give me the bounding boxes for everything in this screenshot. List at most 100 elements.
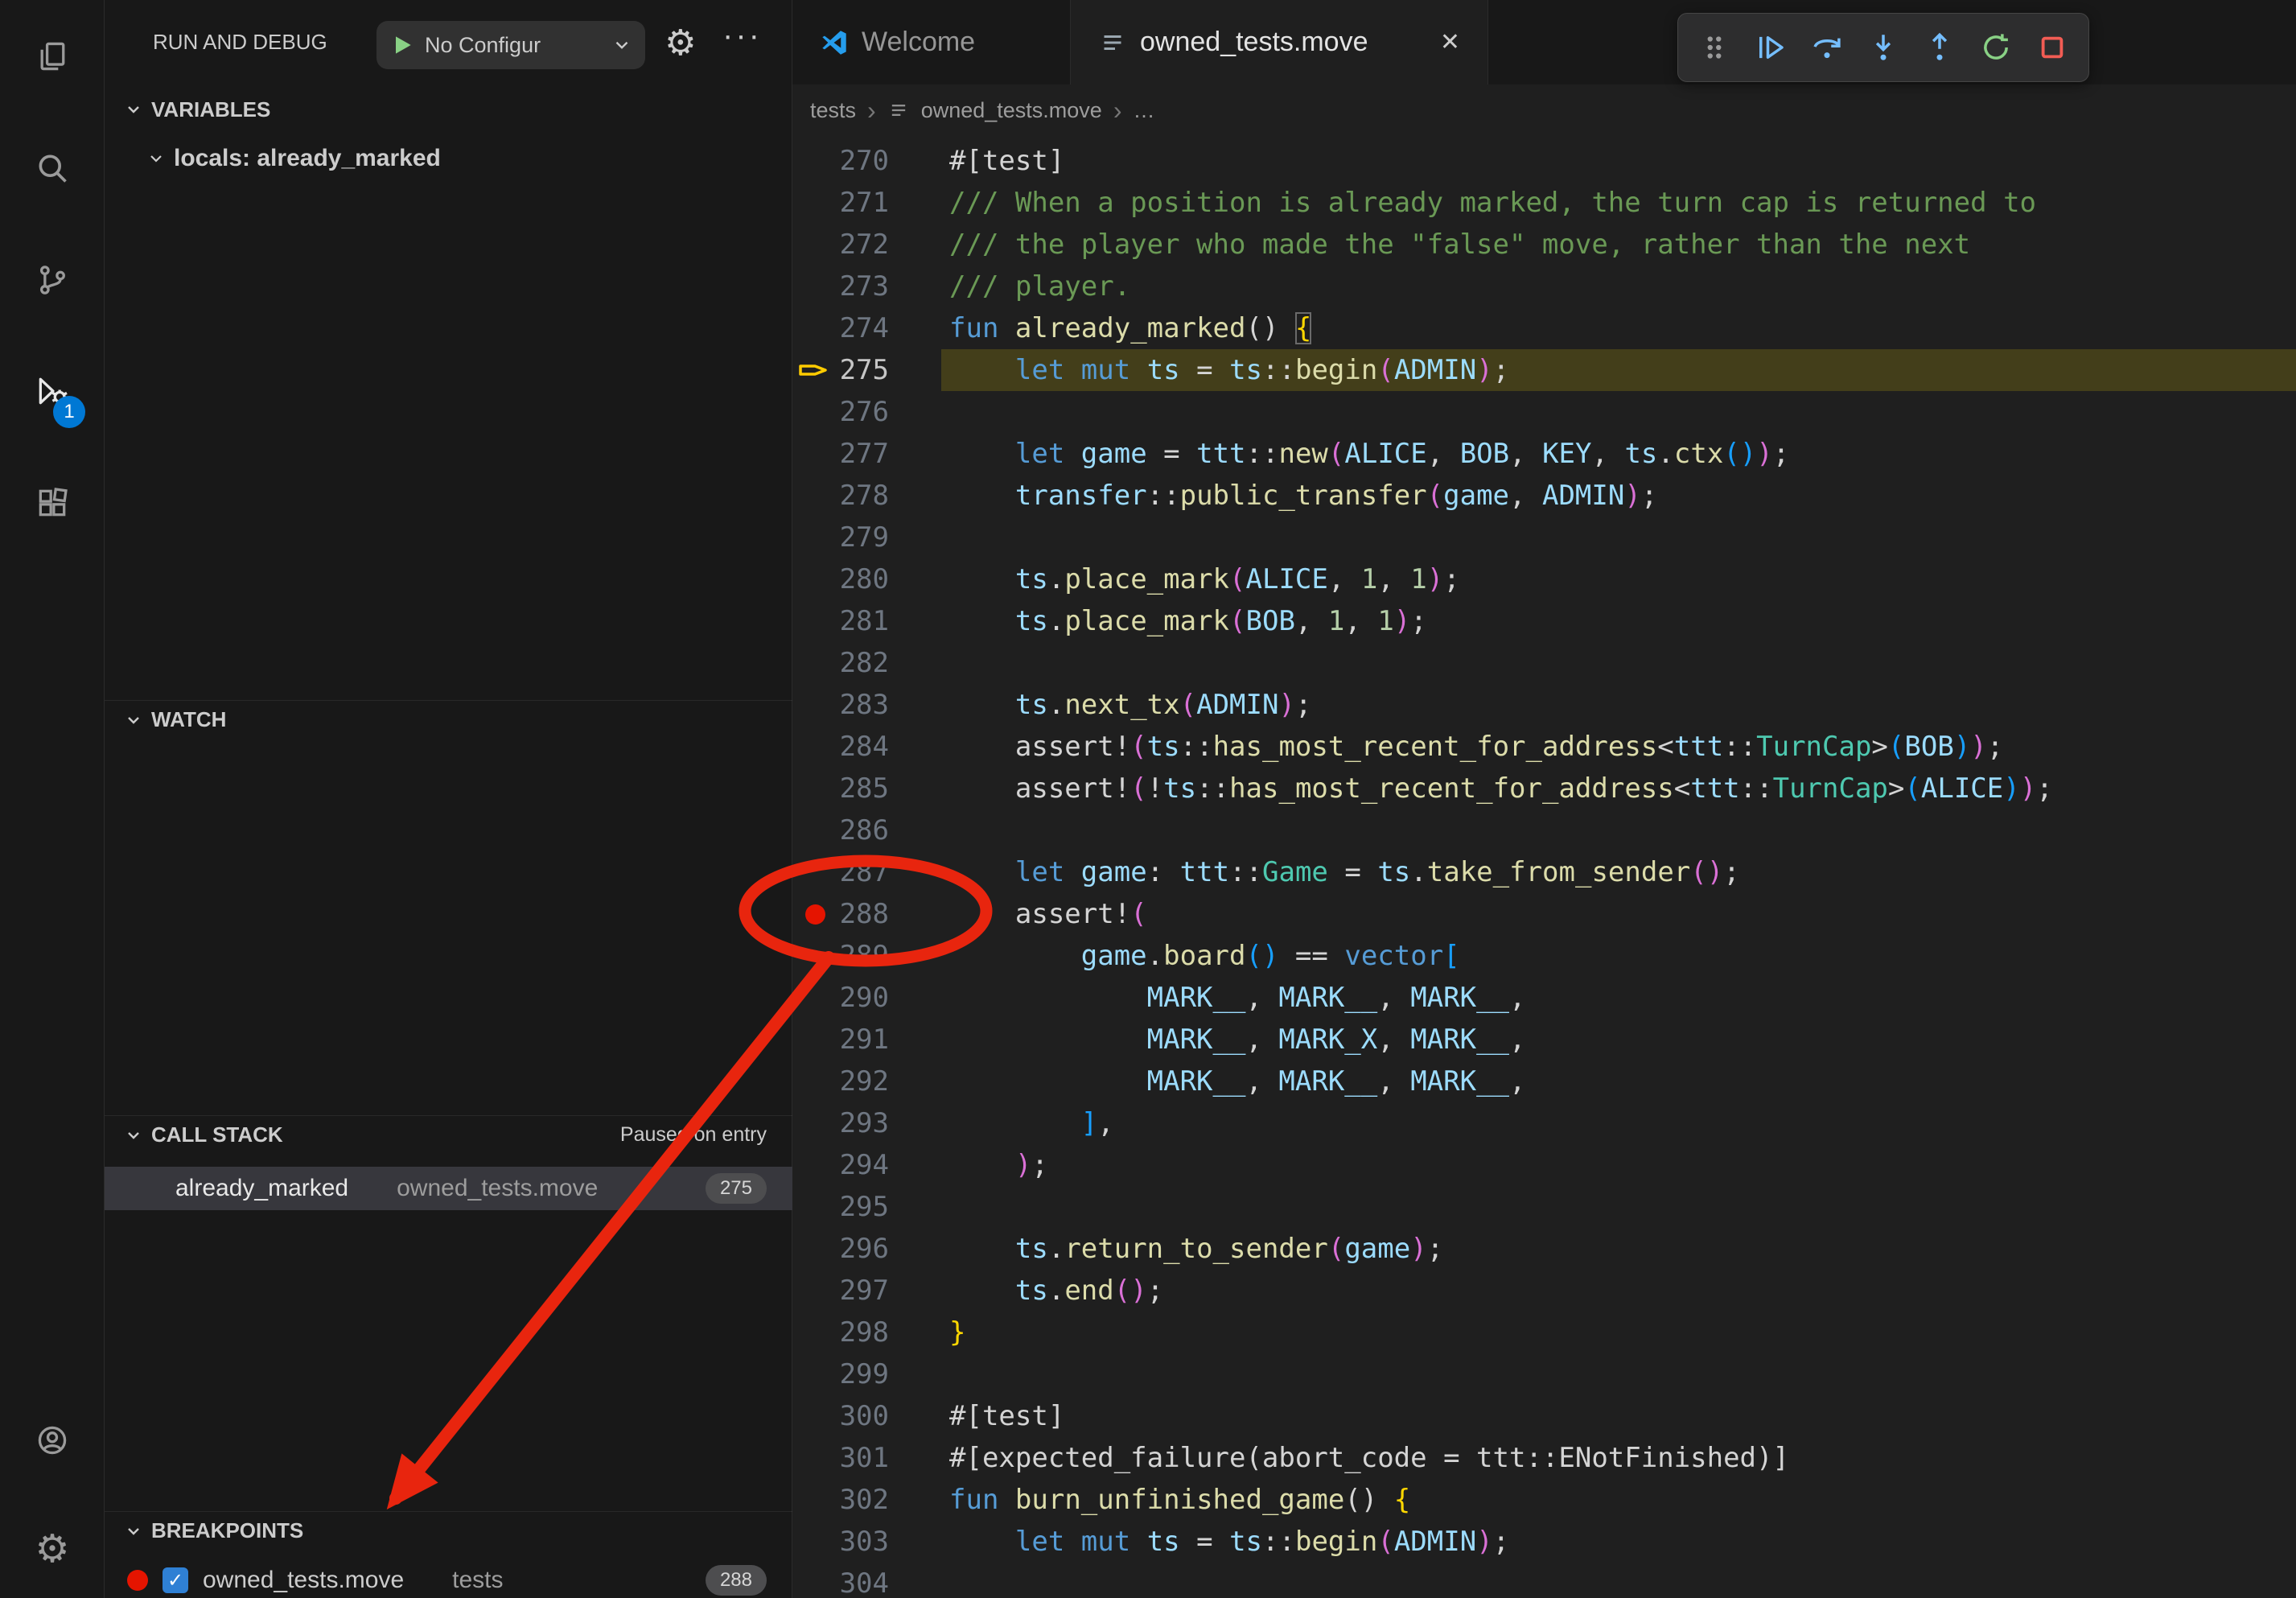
code-line[interactable]: 286	[792, 809, 2296, 851]
gutter-glyph-margin[interactable]	[792, 140, 839, 182]
code-line[interactable]: 277 let game = ttt::new(ALICE, BOB, KEY,…	[792, 433, 2296, 475]
gutter-glyph-margin[interactable]	[792, 1353, 839, 1395]
breakpoint-dot[interactable]	[805, 904, 825, 925]
code-line[interactable]: 303 let mut ts = ts::begin(ADMIN);	[792, 1521, 2296, 1563]
code-line[interactable]: 275 let mut ts = ts::begin(ADMIN);	[792, 349, 2296, 391]
breakpoint-list-item[interactable]: ✓ owned_tests.move tests 288	[105, 1559, 792, 1598]
gutter-glyph-margin[interactable]	[792, 768, 839, 809]
gutter-glyph-margin[interactable]	[792, 1395, 839, 1437]
gutter-glyph-margin[interactable]	[792, 266, 839, 307]
code-line[interactable]: 271/// When a position is already marked…	[792, 182, 2296, 224]
gutter-glyph-margin[interactable]	[792, 475, 839, 517]
gutter-glyph-margin[interactable]	[792, 1479, 839, 1521]
step-into-button[interactable]	[1858, 23, 1908, 72]
code-line[interactable]: 274fun already_marked() {	[792, 307, 2296, 349]
code-line[interactable]: 295	[792, 1186, 2296, 1228]
gutter-glyph-margin[interactable]	[792, 600, 839, 642]
code-line[interactable]: 293 ],	[792, 1102, 2296, 1144]
account-icon[interactable]	[35, 1423, 70, 1458]
section-call-stack[interactable]: CALL STACK Paused on entry	[105, 1115, 792, 1154]
gutter-glyph-margin[interactable]	[792, 1563, 839, 1598]
continue-button[interactable]	[1746, 23, 1796, 72]
code-line[interactable]: 282	[792, 642, 2296, 684]
gutter-glyph-margin[interactable]	[792, 726, 839, 768]
section-watch[interactable]: WATCH	[105, 700, 792, 739]
code-line[interactable]: 292 MARK__, MARK__, MARK__,	[792, 1061, 2296, 1102]
gutter-glyph-margin[interactable]	[792, 851, 839, 893]
code-line[interactable]: 279	[792, 517, 2296, 558]
gutter-glyph-margin[interactable]	[792, 349, 839, 391]
gutter-glyph-margin[interactable]	[792, 1144, 839, 1186]
gutter-glyph-margin[interactable]	[792, 935, 839, 977]
tab-owned-tests-move[interactable]: owned_tests.move ✕	[1071, 0, 1488, 84]
start-debug-icon[interactable]	[389, 32, 415, 58]
close-icon[interactable]: ✕	[1440, 28, 1460, 56]
variables-scope-row[interactable]: locals: already_marked	[146, 138, 441, 179]
code-line[interactable]: 287 let game: ttt::Game = ts.take_from_s…	[792, 851, 2296, 893]
gutter-glyph-margin[interactable]	[792, 307, 839, 349]
code-line[interactable]: 299	[792, 1353, 2296, 1395]
gutter-glyph-margin[interactable]	[792, 224, 839, 266]
gutter-glyph-margin[interactable]	[792, 182, 839, 224]
call-stack-frame[interactable]: already_marked owned_tests.move 275	[105, 1167, 792, 1210]
code-line[interactable]: 290 MARK__, MARK__, MARK__,	[792, 977, 2296, 1019]
tab-welcome[interactable]: Welcome	[792, 0, 1071, 84]
code-line[interactable]: 272/// the player who made the "false" m…	[792, 224, 2296, 266]
restart-button[interactable]	[1971, 23, 2021, 72]
code-line[interactable]: 304	[792, 1563, 2296, 1598]
stop-button[interactable]	[2027, 23, 2077, 72]
extensions-icon[interactable]	[35, 485, 70, 521]
breadcrumb-file[interactable]: owned_tests.move	[921, 98, 1102, 123]
step-out-button[interactable]	[1915, 23, 1965, 72]
code-line[interactable]: 280 ts.place_mark(ALICE, 1, 1);	[792, 558, 2296, 600]
settings-gear-icon[interactable]: ⚙	[35, 1531, 70, 1567]
code-line[interactable]: 300#[test]	[792, 1395, 2296, 1437]
gutter-glyph-margin[interactable]	[792, 1102, 839, 1144]
explorer-icon[interactable]	[35, 39, 70, 74]
code-line[interactable]: 288 assert!(	[792, 893, 2296, 935]
code-line[interactable]: 294 );	[792, 1144, 2296, 1186]
section-variables[interactable]: VARIABLES	[105, 90, 792, 129]
gutter-glyph-margin[interactable]	[792, 977, 839, 1019]
code-line[interactable]: 283 ts.next_tx(ADMIN);	[792, 684, 2296, 726]
gutter-glyph-margin[interactable]	[792, 1270, 839, 1312]
code-line[interactable]: 273/// player.	[792, 266, 2296, 307]
debug-settings-gear-icon[interactable]: ⚙	[665, 23, 696, 64]
code-line[interactable]: 301#[expected_failure(abort_code = ttt::…	[792, 1437, 2296, 1479]
code-line[interactable]: 285 assert!(!ts::has_most_recent_for_add…	[792, 768, 2296, 809]
code-line[interactable]: 284 assert!(ts::has_most_recent_for_addr…	[792, 726, 2296, 768]
code-editor[interactable]: 270#[test]271/// When a position is alre…	[792, 140, 2296, 1598]
code-line[interactable]: 297 ts.end();	[792, 1270, 2296, 1312]
search-icon[interactable]	[35, 150, 70, 186]
gutter-glyph-margin[interactable]	[792, 893, 839, 935]
gutter-glyph-margin[interactable]	[792, 1186, 839, 1228]
debug-config-dropdown[interactable]: No Configur	[376, 21, 645, 69]
gutter-glyph-margin[interactable]	[792, 1521, 839, 1563]
breakpoint-checkbox[interactable]: ✓	[163, 1567, 188, 1593]
more-actions-icon[interactable]: ···	[722, 18, 762, 54]
gutter-glyph-margin[interactable]	[792, 1019, 839, 1061]
code-line[interactable]: 298}	[792, 1312, 2296, 1353]
section-breakpoints[interactable]: BREAKPOINTS	[105, 1511, 792, 1550]
code-line[interactable]: 302fun burn_unfinished_game() {	[792, 1479, 2296, 1521]
code-line[interactable]: 278 transfer::public_transfer(game, ADMI…	[792, 475, 2296, 517]
gutter-glyph-margin[interactable]	[792, 1312, 839, 1353]
gutter-glyph-margin[interactable]	[792, 809, 839, 851]
source-control-icon[interactable]	[35, 262, 70, 298]
drag-handle-icon[interactable]	[1689, 23, 1739, 72]
code-line[interactable]: 281 ts.place_mark(BOB, 1, 1);	[792, 600, 2296, 642]
gutter-glyph-margin[interactable]	[792, 1228, 839, 1270]
gutter-glyph-margin[interactable]	[792, 558, 839, 600]
gutter-glyph-margin[interactable]	[792, 642, 839, 684]
breadcrumb-symbol[interactable]: …	[1133, 98, 1154, 123]
step-over-button[interactable]	[1802, 23, 1852, 72]
gutter-glyph-margin[interactable]	[792, 684, 839, 726]
code-line[interactable]: 270#[test]	[792, 140, 2296, 182]
code-line[interactable]: 291 MARK__, MARK_X, MARK__,	[792, 1019, 2296, 1061]
gutter-glyph-margin[interactable]	[792, 517, 839, 558]
code-line[interactable]: 289 game.board() == vector[	[792, 935, 2296, 977]
gutter-glyph-margin[interactable]	[792, 1061, 839, 1102]
breadcrumb-tests[interactable]: tests	[810, 98, 856, 123]
code-line[interactable]: 276	[792, 391, 2296, 433]
code-line[interactable]: 296 ts.return_to_sender(game);	[792, 1228, 2296, 1270]
